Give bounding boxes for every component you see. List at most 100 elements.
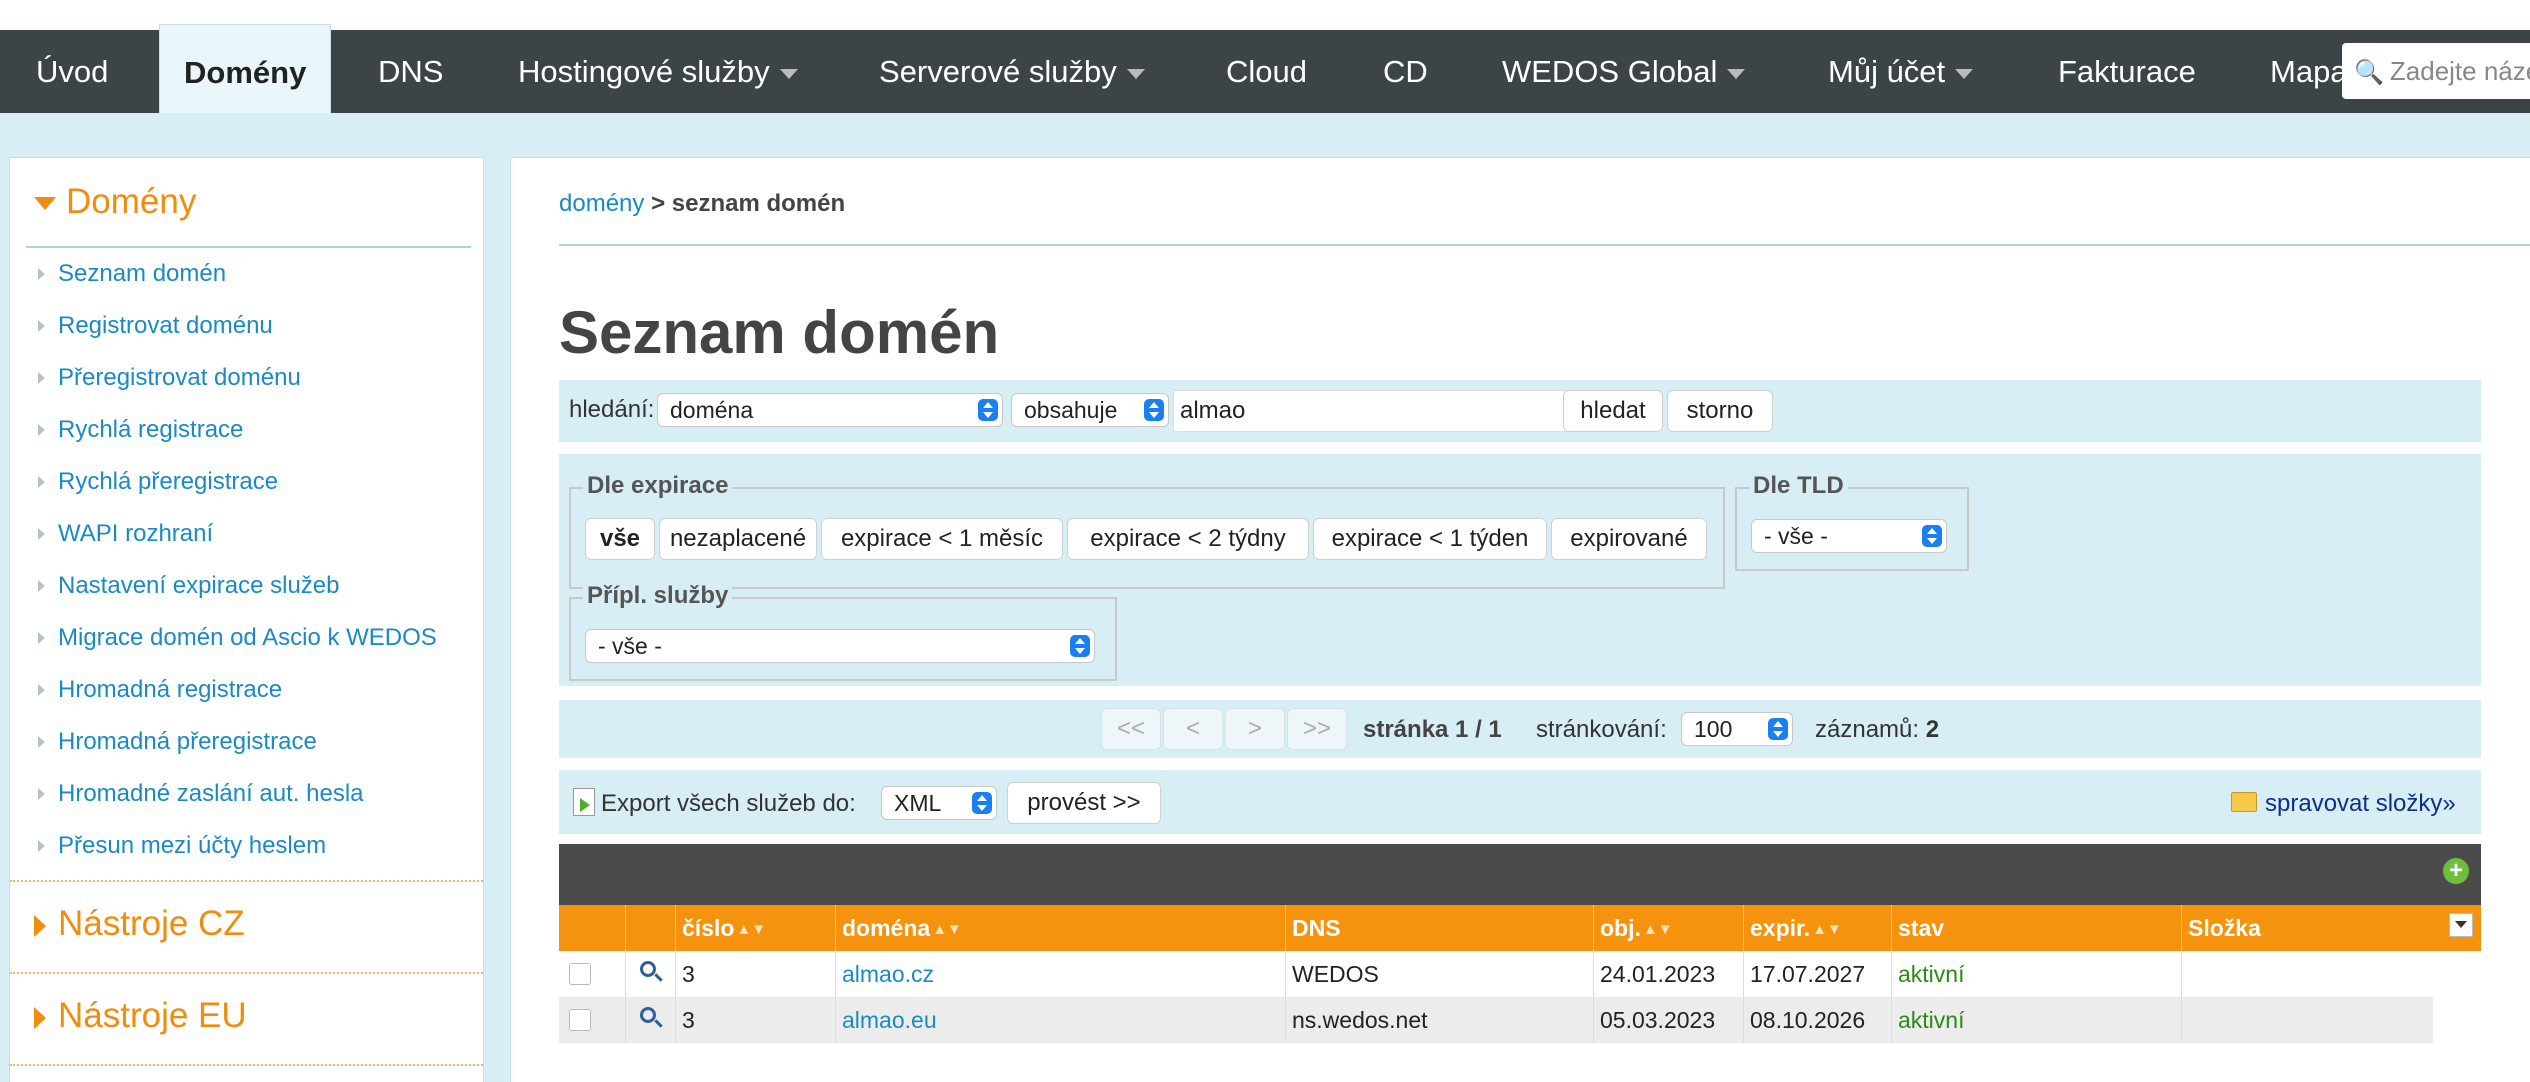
add-icon[interactable]: + [2443, 858, 2469, 884]
breadcrumb-link-domeny[interactable]: domény [559, 190, 644, 217]
sort-arrows-icon[interactable]: ▲▼ [1812, 907, 1842, 953]
header-status: stav [1891, 905, 2181, 951]
sidebar-link[interactable]: Rychlá přeregistrace [37, 468, 278, 496]
breadcrumb-current: seznam domén [671, 190, 846, 217]
cell-expires: 17.07.2027 [1743, 951, 1891, 997]
export-label: Export všech služeb do: [601, 790, 856, 817]
cell-domain-link[interactable]: almao.eu [835, 997, 1285, 1043]
sidebar-link[interactable]: Migrace domén od Ascio k WEDOS [38, 624, 437, 652]
sidebar-link[interactable]: Registrovat doménu [38, 312, 273, 340]
search-button[interactable]: hledat [1563, 390, 1663, 432]
search-bar: hledání: doména obsahuje almao hledat st… [559, 380, 2481, 442]
cancel-button[interactable]: storno [1667, 390, 1773, 432]
table-row[interactable]: 3 almao.cz WEDOS 24.01.2023 17.07.2027 a… [559, 951, 2433, 997]
column-menu-icon[interactable] [2449, 913, 2473, 937]
breadcrumb-separator: > [651, 190, 666, 217]
search-operator-select[interactable]: obsahuje [1011, 393, 1169, 427]
nav-item-uvod[interactable]: Úvod [36, 30, 108, 113]
search-input[interactable]: 🔍 Zadejte náze [2342, 43, 2530, 99]
records-label: záznamů: 2 [1815, 716, 1940, 743]
divider [26, 246, 471, 248]
cell-domain-link[interactable]: almao.cz [835, 951, 1285, 997]
page-indicator: stránka 1 / 1 [1363, 716, 1502, 743]
header-number[interactable]: číslo ▲▼ [675, 905, 835, 951]
sidebar-link[interactable]: Přeregistrovat doménu [38, 364, 301, 392]
extra-services-select[interactable]: - vše - [585, 629, 1095, 663]
row-checkbox[interactable] [569, 963, 591, 985]
caret-down-icon [34, 197, 56, 211]
select-arrows-icon [1070, 635, 1090, 657]
magnifier-icon[interactable] [640, 1007, 656, 1023]
search-field-select[interactable]: doména [657, 393, 1003, 427]
sidebar-section-nastroje-eu[interactable]: Nástroje EU [34, 996, 247, 1036]
search-value-input[interactable]: almao [1173, 390, 1573, 432]
nav-item-account[interactable]: Můj účet [1828, 30, 1974, 113]
filter-unpaid-button[interactable]: nezaplacené [659, 518, 817, 560]
sort-arrows-icon[interactable]: ▲▼ [932, 907, 962, 953]
row-checkbox[interactable] [569, 1009, 591, 1031]
nav-item-wedos-global[interactable]: WEDOS Global [1502, 30, 1746, 113]
filter-expiry-month-button[interactable]: expirace < 1 měsíc [821, 518, 1063, 560]
filter-expired-button[interactable]: expirované [1551, 518, 1707, 560]
next-page-button[interactable]: > [1225, 708, 1285, 750]
sidebar-link[interactable]: Hromadná registrace [37, 676, 282, 704]
nav-item-cloud[interactable]: Cloud [1226, 30, 1307, 113]
header-domain[interactable]: doména ▲▼ [835, 905, 1285, 951]
nav-item-dns[interactable]: DNS [378, 30, 443, 113]
page-title: Seznam domén [559, 299, 1000, 366]
select-arrows-icon [1144, 399, 1164, 421]
main-content: domény > seznam domén Seznam domén hledá… [510, 157, 2530, 1082]
manage-folders-link[interactable]: spravovat složky» [2265, 790, 2456, 818]
sidebar-heading-domeny[interactable]: Domény [34, 182, 196, 222]
top-navigation: Úvod Domény DNS Hostingové služby Server… [0, 24, 2530, 113]
sort-arrows-icon[interactable]: ▲▼ [736, 907, 766, 953]
header-expires[interactable]: expir. ▲▼ [1743, 905, 1891, 951]
chevron-down-icon [1126, 68, 1145, 79]
header-ordered[interactable]: obj. ▲▼ [1593, 905, 1743, 951]
nav-item-map[interactable]: Mapa [2270, 30, 2348, 113]
sidebar-link[interactable]: Hromadná přeregistrace [38, 728, 317, 756]
nav-item-domeny[interactable]: Domény [159, 24, 332, 113]
filter-expiry-2weeks-button[interactable]: expirace < 2 týdny [1067, 518, 1309, 560]
magnifier-icon[interactable] [640, 961, 656, 977]
header-dns: DNS [1285, 905, 1593, 951]
sidebar: Domény Seznam domén Registrovat doménu P… [9, 157, 484, 1082]
first-page-button[interactable]: << [1101, 708, 1161, 750]
per-page-select[interactable]: 100 [1681, 712, 1793, 746]
top-spacer [0, 0, 2530, 30]
sidebar-link[interactable]: Nastavení expirace služeb [37, 572, 339, 600]
breadcrumb: domény > seznam domén [559, 190, 845, 218]
nav-item-servers[interactable]: Serverové služby [879, 30, 1145, 113]
row-checkbox-cell [559, 997, 625, 1043]
sidebar-link[interactable]: Přesun mezi účty heslem [37, 832, 326, 860]
cell-status: aktivní [1891, 997, 2181, 1043]
filter-panel: Dle expirace vše nezaplacené expirace < … [559, 454, 2481, 686]
filter-expiry-week-button[interactable]: expirace < 1 týden [1313, 518, 1547, 560]
sidebar-link[interactable]: Rychlá registrace [37, 416, 243, 444]
sidebar-link[interactable]: Seznam domén [37, 260, 226, 288]
cell-number: 3 [675, 951, 835, 997]
table-row[interactable]: 3 almao.eu ns.wedos.net 05.03.2023 08.10… [559, 997, 2433, 1043]
folder-icon [2231, 792, 2257, 812]
sort-arrows-icon[interactable]: ▲▼ [1643, 907, 1673, 953]
search-label: hledání: [569, 396, 655, 423]
sidebar-link[interactable]: Hromadné zaslání aut. hesla [38, 780, 364, 808]
export-submit-button[interactable]: provést >> [1007, 782, 1161, 824]
divider [10, 1064, 483, 1066]
export-format-select[interactable]: XML [881, 786, 997, 820]
filter-all-button[interactable]: vše [585, 518, 655, 560]
prev-page-button[interactable]: < [1163, 708, 1223, 750]
last-page-button[interactable]: >> [1287, 708, 1347, 750]
table-header: číslo ▲▼ doména ▲▼ DNS obj. ▲▼ expir. ▲▼ sta… [559, 905, 2481, 951]
tld-select[interactable]: - vše - [1751, 519, 1947, 553]
select-arrows-icon [1768, 718, 1788, 740]
sidebar-section-nastroje-cz[interactable]: Nástroje CZ [34, 904, 245, 944]
caret-right-icon [34, 1006, 46, 1029]
nav-item-billing[interactable]: Fakturace [2058, 30, 2196, 113]
select-arrows-icon [1922, 525, 1942, 547]
header-folder: Složka [2181, 905, 2481, 951]
cell-ordered: 05.03.2023 [1593, 997, 1743, 1043]
nav-item-cd[interactable]: CD [1383, 30, 1428, 113]
nav-item-hosting[interactable]: Hostingové služby [518, 30, 798, 113]
sidebar-link[interactable]: WAPI rozhraní [37, 520, 213, 548]
